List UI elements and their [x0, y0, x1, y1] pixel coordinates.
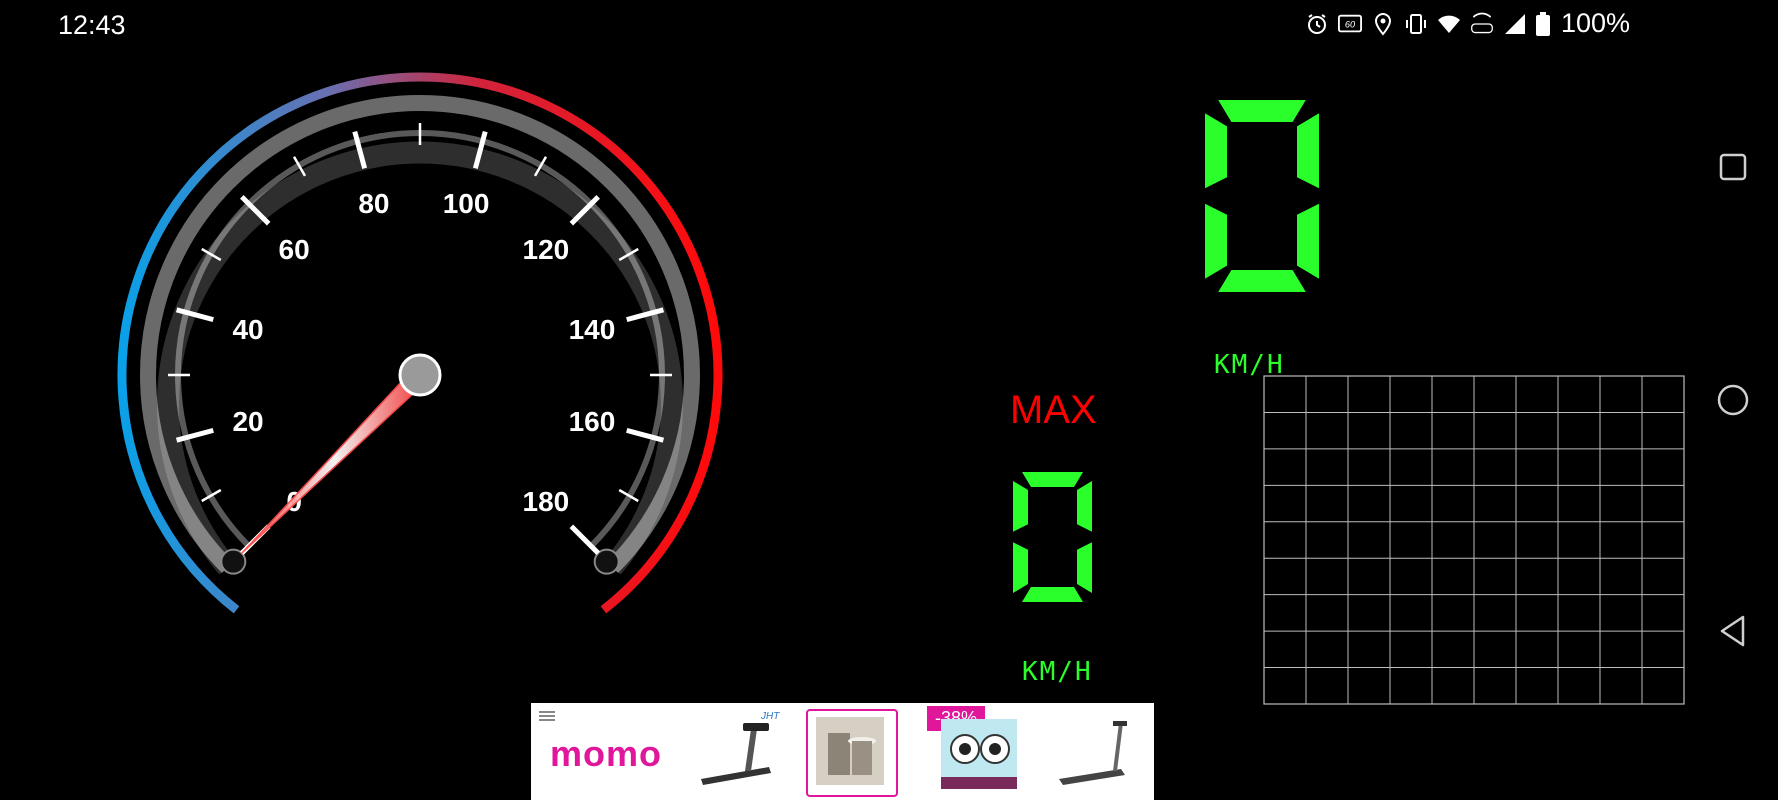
digit-segment [1013, 481, 1028, 532]
max-label: MAX [1010, 388, 1097, 432]
recents-button[interactable] [1706, 140, 1760, 194]
speed-history-chart [1263, 375, 1685, 705]
digital-speed-main [1205, 100, 1319, 292]
digital-speed-max [1013, 472, 1092, 602]
digit-segment [1218, 100, 1306, 122]
stool-image[interactable] [806, 709, 898, 797]
digit-segment [1297, 113, 1319, 189]
digit-segment [1077, 481, 1092, 532]
digit-segment [1218, 270, 1306, 292]
digit-segment [1013, 542, 1028, 593]
digit-segment [1022, 472, 1083, 487]
back-icon [1720, 615, 1745, 647]
navigation-bar [1688, 0, 1778, 800]
treadmill-image[interactable] [691, 709, 779, 793]
security-camera-image[interactable] [939, 709, 1027, 793]
ad-banner[interactable]: momo JHT -38% [531, 703, 1154, 800]
ad-menu-icon[interactable] [539, 711, 555, 721]
recents-icon [1719, 153, 1747, 181]
digit-segment [1077, 542, 1092, 593]
speed-unit-max: KM/H [1022, 657, 1093, 687]
digit-segment [1022, 587, 1083, 602]
back-button[interactable] [1706, 604, 1760, 658]
walking-pad-image[interactable] [1051, 709, 1139, 793]
home-icon [1717, 384, 1749, 416]
digit-segment [1297, 203, 1319, 279]
ad-logo[interactable]: momo [550, 733, 662, 775]
digit-segment [1205, 113, 1227, 189]
digit-segment [1205, 203, 1227, 279]
home-button[interactable] [1706, 373, 1760, 427]
